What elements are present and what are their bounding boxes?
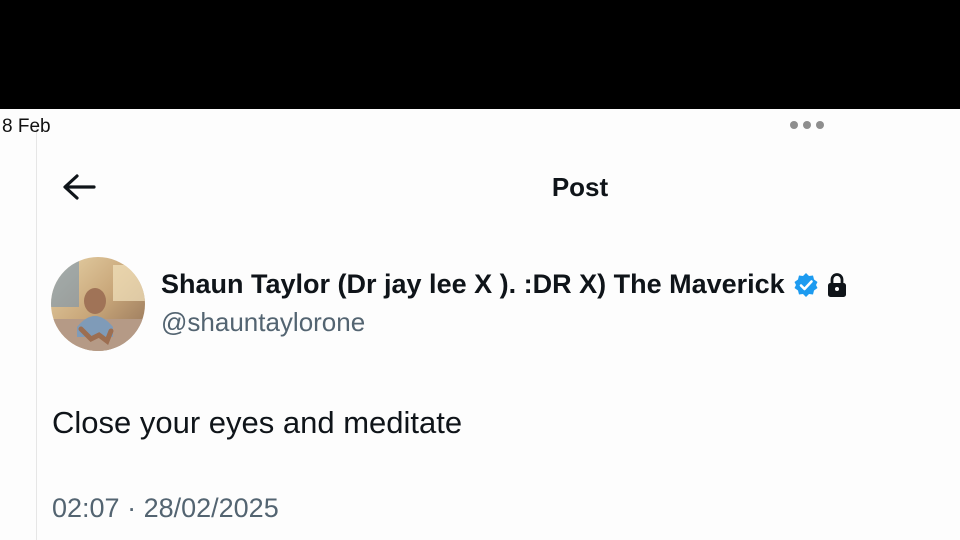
post-time: 02:07	[52, 493, 120, 523]
verified-badge-icon	[793, 272, 819, 298]
top-black-bar	[0, 0, 960, 109]
page-title: Post	[551, 172, 609, 202]
post-timestamp[interactable]: 02:07 · 28/02/2025	[52, 493, 279, 524]
author-display-name: Shaun Taylor (Dr jay lee X ). :DR X) The…	[161, 269, 785, 299]
timestamp-separator: ·	[119, 493, 144, 523]
avatar-image	[51, 257, 145, 351]
more-dots-svg	[790, 121, 824, 129]
back-button[interactable]	[60, 171, 98, 203]
date-label: 8 Feb	[2, 116, 51, 137]
divider-line	[36, 127, 37, 540]
author-handle[interactable]: @shauntaylorone	[161, 307, 365, 338]
avatar[interactable]	[51, 257, 145, 351]
arrow-left-icon	[63, 174, 96, 200]
post-date: 28/02/2025	[143, 493, 279, 523]
lock-icon	[825, 272, 849, 298]
post-text: Close your eyes and meditate	[52, 405, 463, 440]
more-dots-icon[interactable]	[788, 115, 830, 135]
author-name-row[interactable]: Shaun Taylor (Dr jay lee X ). :DR X) The…	[161, 269, 849, 300]
post-screen: 8 Feb Post Shaun Taylor (Dr jay lee X).…	[0, 109, 960, 540]
